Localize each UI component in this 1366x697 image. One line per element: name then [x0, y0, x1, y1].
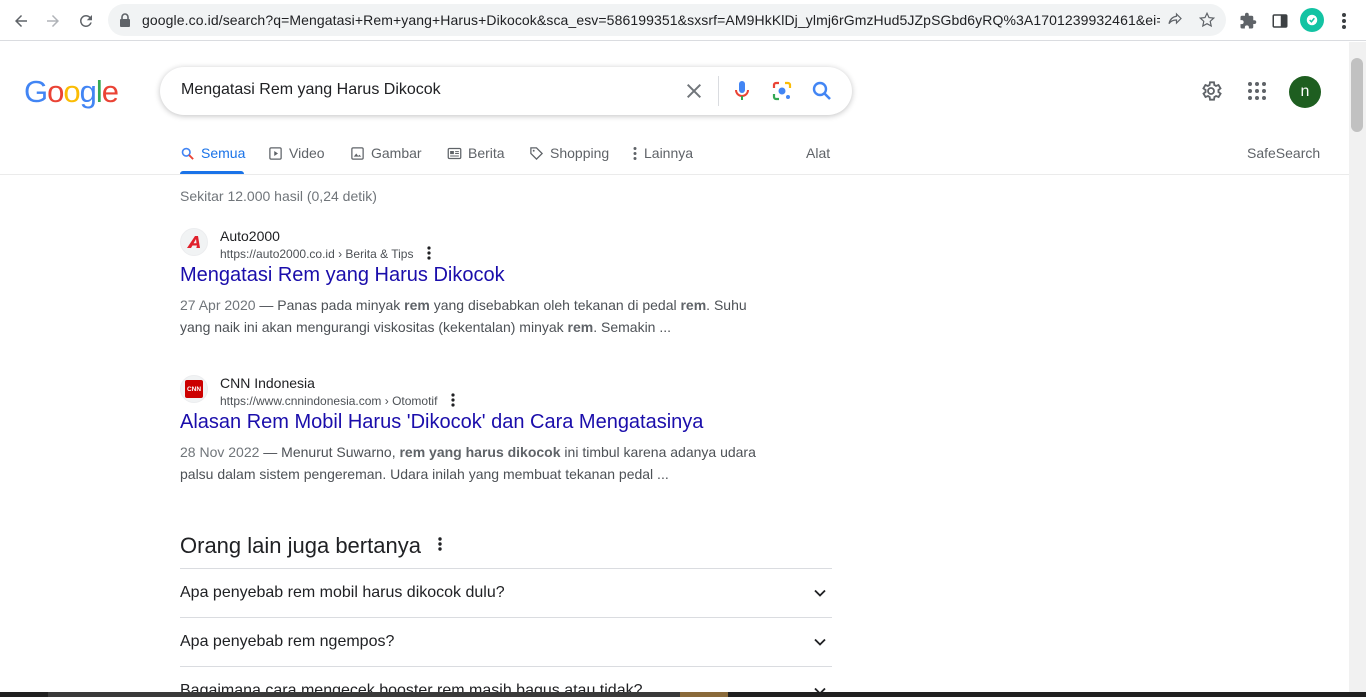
paa-question-text: Apa penyebab rem ngempos?	[180, 633, 395, 650]
more-vert-icon	[632, 146, 638, 161]
result-date: 27 Apr 2020	[180, 297, 256, 313]
share-icon[interactable]	[1166, 11, 1184, 34]
tab-all-label: Semua	[201, 145, 246, 161]
result-more-icon[interactable]	[426, 246, 432, 265]
tab-more[interactable]: Lainnya	[632, 143, 693, 163]
site-url[interactable]: https://auto2000.co.id › Berita & Tips	[220, 247, 413, 261]
site-url[interactable]: https://www.cnnindonesia.com › Otomotif	[220, 394, 437, 408]
video-play-icon	[268, 146, 283, 161]
search-icon	[180, 146, 195, 161]
chrome-menu-icon[interactable]	[1331, 8, 1357, 34]
search-input[interactable]: Mengatasi Rem yang Harus Dikocok	[181, 81, 441, 99]
logo-letter: g	[79, 74, 97, 109]
logo-letter: o	[63, 74, 80, 109]
chrome-profile-avatar[interactable]	[1300, 8, 1324, 32]
paa-more-icon[interactable]	[437, 536, 443, 557]
safesearch-label: SafeSearch	[1247, 145, 1321, 161]
url-text: google.co.id/search?q=Mengatasi+Rem+yang…	[142, 12, 1160, 28]
tab-shopping[interactable]: Shopping	[529, 143, 609, 163]
tab-all[interactable]: Semua	[180, 143, 245, 163]
tag-icon	[529, 146, 544, 161]
search-box[interactable]: Mengatasi Rem yang Harus Dikocok	[160, 67, 852, 115]
site-name[interactable]: CNN Indonesia	[220, 375, 315, 391]
people-also-ask-heading: Orang lain juga bertanya	[180, 533, 421, 558]
snippet-text: — Panas pada minyak rem yang disebabkan …	[180, 297, 747, 335]
extensions-puzzle-icon[interactable]	[1235, 8, 1261, 34]
scrollbar-thumb[interactable]	[1351, 58, 1363, 132]
paa-question[interactable]: Apa penyebab rem ngempos?	[180, 617, 832, 666]
browser-toolbar: google.co.id/search?q=Mengatasi+Rem+yang…	[0, 0, 1366, 41]
tab-news[interactable]: Berita	[447, 143, 505, 163]
tab-more-label: Lainnya	[644, 145, 694, 161]
settings-gear-icon[interactable]	[1198, 78, 1224, 104]
chevron-down-icon	[810, 583, 830, 608]
profile-badge-icon	[1306, 14, 1318, 26]
tab-video[interactable]: Video	[268, 143, 325, 163]
paa-question-text: Apa penyebab rem mobil harus dikocok dul…	[180, 584, 505, 601]
apps-grid-icon[interactable]	[1244, 78, 1270, 104]
tab-images[interactable]: Gambar	[350, 143, 422, 163]
site-name[interactable]: Auto2000	[220, 228, 280, 244]
result-more-icon[interactable]	[450, 393, 456, 412]
bookmark-star-icon[interactable]	[1198, 11, 1216, 34]
google-logo[interactable]: Google	[24, 74, 119, 110]
forward-button[interactable]	[40, 8, 66, 34]
paa-question[interactable]: Apa penyebab rem mobil harus dikocok dul…	[180, 568, 832, 617]
page-scrollbar[interactable]	[1349, 42, 1366, 697]
logo-letter: e	[101, 74, 119, 109]
tab-tools[interactable]: Alat	[806, 143, 830, 163]
taskbar-app	[680, 692, 728, 697]
tab-tools-label: Alat	[806, 145, 831, 161]
result-snippet: 28 Nov 2022 — Menurut Suwarno, rem yang …	[180, 441, 760, 485]
account-avatar[interactable]: n	[1289, 76, 1321, 108]
result-snippet: 27 Apr 2020 — Panas pada minyak rem yang…	[180, 294, 760, 338]
forward-arrow-icon	[47, 15, 59, 27]
logo-letter: o	[47, 74, 64, 109]
microphone-icon[interactable]	[730, 79, 754, 108]
result-title-link[interactable]: Alasan Rem Mobil Harus 'Dikocok' dan Car…	[180, 411, 703, 434]
google-lens-icon[interactable]	[770, 79, 794, 108]
side-panel-icon[interactable]	[1267, 8, 1293, 34]
cnn-indonesia-favicon[interactable]: CNN	[180, 375, 208, 403]
tab-shopping-label: Shopping	[550, 145, 610, 161]
os-taskbar	[0, 692, 1366, 697]
chevron-down-icon	[810, 632, 830, 657]
auto2000-favicon[interactable]	[180, 228, 208, 256]
taskbar-search	[48, 692, 680, 697]
svg-text:CNN: CNN	[187, 386, 201, 393]
reload-icon	[79, 14, 92, 27]
logo-letter: G	[24, 74, 48, 109]
image-icon	[350, 146, 365, 161]
result-title-link[interactable]: Mengatasi Rem yang Harus Dikocok	[180, 264, 505, 287]
clear-icon[interactable]	[682, 79, 706, 108]
tab-news-label: Berita	[468, 145, 505, 161]
tab-video-label: Video	[289, 145, 325, 161]
active-tab-indicator	[180, 171, 244, 174]
address-bar[interactable]: google.co.id/search?q=Mengatasi+Rem+yang…	[108, 4, 1226, 36]
back-arrow-icon	[15, 15, 27, 27]
snippet-text: — Menurut Suwarno, rem yang harus dikoco…	[180, 444, 756, 482]
news-icon	[447, 146, 462, 161]
search-divider	[718, 76, 719, 106]
safesearch-button[interactable]: SafeSearch	[1247, 143, 1320, 163]
search-tabs: Semua Video Gambar Berita Shopping Lainn…	[0, 134, 1366, 175]
result-stats: Sekitar 12.000 hasil (0,24 detik)	[180, 188, 377, 204]
search-icon[interactable]	[810, 79, 834, 108]
tab-images-label: Gambar	[371, 145, 422, 161]
lock-icon	[118, 12, 132, 33]
reload-button[interactable]	[73, 8, 99, 34]
result-date: 28 Nov 2022	[180, 444, 260, 460]
back-button[interactable]	[8, 8, 34, 34]
